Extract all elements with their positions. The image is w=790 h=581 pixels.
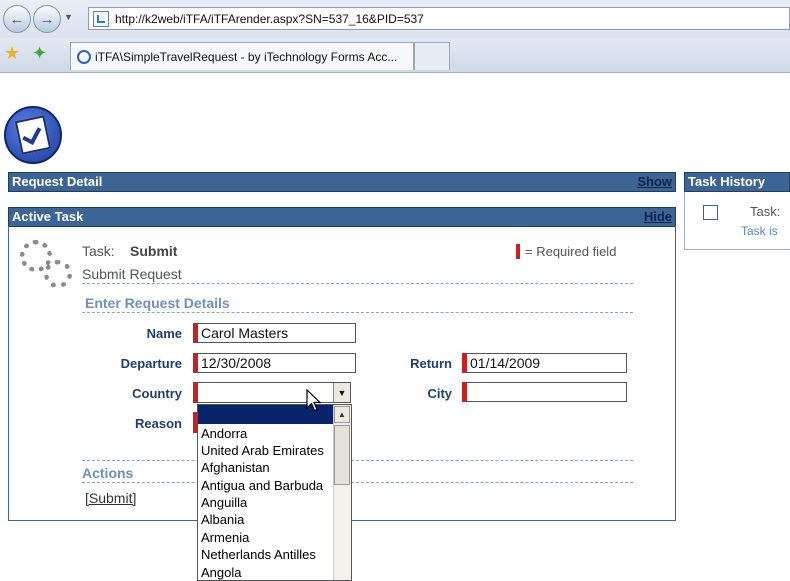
actions-title: Actions [82,465,134,481]
request-detail-title: Request Detail [12,174,103,189]
forward-button[interactable]: → [33,5,61,33]
scroll-up-icon[interactable]: ▲ [334,406,350,423]
task-label: Task: [82,243,115,259]
history-dropdown-icon[interactable]: ▼ [64,12,73,22]
city-label: City [427,386,452,401]
country-option[interactable]: Albania [201,511,244,528]
tab-title: iTFA\SimpleTravelRequest - by iTechnolog… [95,49,398,64]
task-history-panel [684,192,790,250]
list-scrollbar[interactable]: ▲ [333,405,351,580]
task-history-header: Task History [684,172,790,192]
divider [82,312,633,313]
request-detail-header: Request Detail Show [8,172,676,192]
task-history-title: Task History [688,174,766,189]
country-option[interactable]: United Arab Emirates [201,442,324,459]
gears-icon [20,240,72,290]
chevron-down-icon[interactable]: ▼ [333,383,350,402]
scroll-thumb[interactable] [334,425,350,485]
country-select[interactable]: ▼ [193,382,351,403]
browser-tab[interactable]: iTFA\SimpleTravelRequest - by iTechnolog… [70,42,414,70]
back-button[interactable]: ← [3,5,31,33]
address-text[interactable]: http://k2web/iTFA/iTFArender.aspx?SN=537… [115,12,424,26]
return-date-field[interactable] [462,353,627,373]
country-option[interactable]: Andorra [201,425,247,442]
task-history-checkbox[interactable] [703,205,718,220]
city-field[interactable] [462,382,627,402]
divider [82,283,633,284]
country-option[interactable]: Antigua and Barbuda [201,477,323,494]
divider [82,482,633,483]
mouse-cursor-icon [306,389,322,412]
reason-label: Reason [135,416,182,431]
favorites-star-icon[interactable]: ★ [4,43,20,64]
forward-arrow-icon: → [39,10,55,28]
section-title: Enter Request Details [85,295,230,311]
departure-label: Departure [120,356,182,371]
task-name: Submit [130,243,178,259]
name-label: Name [146,326,182,341]
required-legend-text: = Required field [525,244,617,259]
hide-link[interactable]: Hide [644,208,672,226]
divider [82,460,633,461]
country-option[interactable]: Armenia [201,529,249,546]
name-field[interactable] [193,323,356,343]
tab-bar: ★ ✦ iTFA\SimpleTravelRequest - by iTechn… [0,38,790,73]
return-label: Return [410,356,452,371]
country-option[interactable]: Afghanistan [201,459,270,476]
add-favorite-icon[interactable]: ✦ [32,43,47,64]
checkmark-icon [14,115,52,155]
browser-toolbar: ← → ▼ http://k2web/iTFA/iTFArender.aspx?… [0,0,790,38]
country-option[interactable]: Angola [201,564,241,580]
country-option[interactable]: Anguilla [201,494,247,511]
country-dropdown-list[interactable]: Andorra United Arab Emirates Afghanistan… [197,404,352,581]
new-tab-button[interactable] [414,42,450,70]
required-marker-icon [516,244,520,259]
task-history-task-label: Task: [750,204,781,219]
submit-link[interactable]: [Submit] [85,490,136,506]
active-task-header: Active Task Hide [8,207,676,227]
show-link[interactable]: Show [637,173,672,191]
required-field-legend: = Required field [516,244,616,259]
page-icon [93,10,109,27]
country-option[interactable]: Netherlands Antilles [201,546,316,563]
back-arrow-icon: ← [9,10,25,28]
country-label: Country [132,386,182,401]
tab-favicon-icon [77,49,91,64]
task-history-status: Task is [741,224,778,238]
address-bar[interactable]: http://k2web/iTFA/iTFArender.aspx?SN=537… [88,7,790,30]
active-task-title: Active Task [12,209,84,224]
departure-date-field[interactable] [193,353,356,373]
task-description: Submit Request [82,266,182,282]
app-logo [4,106,62,164]
